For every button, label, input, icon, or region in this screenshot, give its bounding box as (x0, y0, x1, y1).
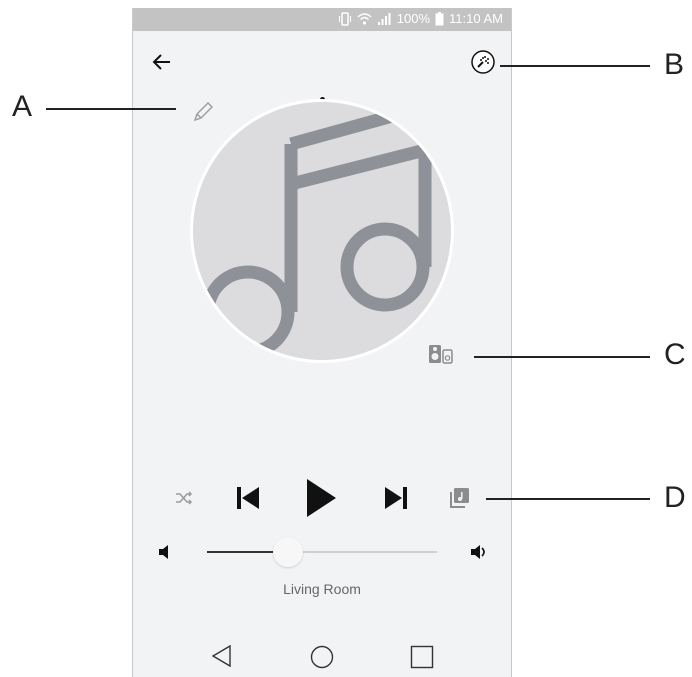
wifi-icon (357, 12, 372, 25)
volume-slider-knob[interactable] (273, 537, 303, 567)
nav-recents-icon[interactable] (410, 645, 434, 669)
edit-pencil-icon[interactable] (191, 100, 215, 124)
previous-track-icon[interactable] (235, 485, 261, 511)
battery-icon (435, 11, 444, 25)
back-arrow-icon[interactable] (151, 52, 173, 72)
annotation-label-d: D (664, 481, 686, 514)
battery-percent: 100% (396, 11, 431, 26)
nav-home-icon[interactable] (310, 645, 334, 669)
nav-back-icon[interactable] (210, 644, 234, 668)
volume-slider[interactable] (207, 537, 437, 567)
next-track-icon[interactable] (383, 485, 409, 511)
annotation-line-c (474, 356, 650, 358)
play-icon[interactable] (305, 477, 337, 519)
status-icons: 100% 11:10 AM (338, 11, 503, 26)
annotation-line-d (486, 498, 650, 500)
annotation-label-a: A (12, 90, 33, 123)
annotation-label-b: B (664, 48, 685, 81)
annotation-line-b (500, 65, 650, 67)
volume-down-icon[interactable] (158, 544, 172, 560)
volume-up-icon[interactable] (470, 544, 488, 560)
phone-screen: 100% 11:10 AM Living Room (132, 8, 512, 677)
status-bar: 100% 11:10 AM (133, 8, 511, 31)
vibrate-icon (338, 11, 351, 26)
album-art (193, 102, 451, 360)
clock: 11:10 AM (449, 11, 503, 26)
signal-icon (377, 12, 391, 25)
annotation-line-a (46, 108, 176, 110)
annotation-label-c: C (664, 338, 686, 371)
room-name[interactable]: Living Room (133, 581, 511, 597)
shuffle-icon[interactable] (175, 490, 193, 506)
party-effect-icon[interactable] (471, 50, 495, 74)
speaker-group-icon[interactable] (428, 344, 454, 364)
queue-icon[interactable] (448, 487, 470, 509)
music-note-icon (201, 102, 432, 359)
